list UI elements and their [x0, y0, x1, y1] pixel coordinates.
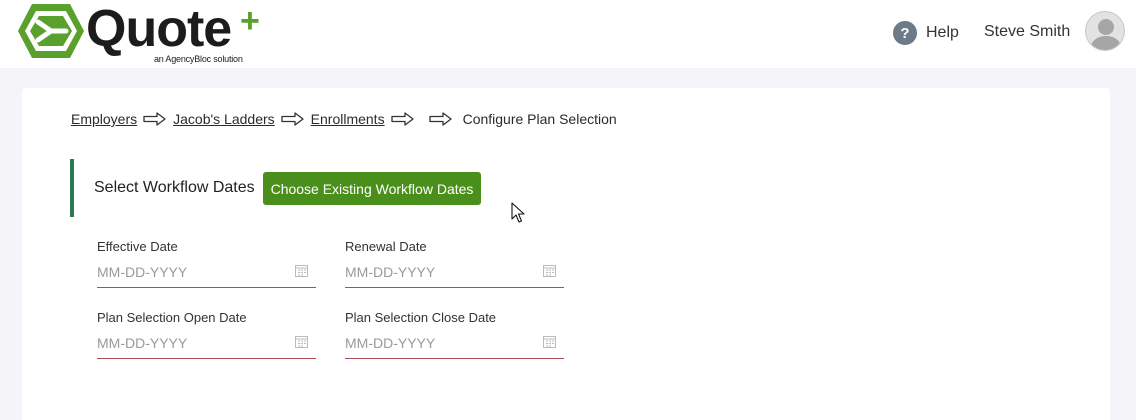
breadcrumb-jacobs-ladders[interactable]: Jacob's Ladders	[173, 111, 275, 127]
calendar-icon[interactable]	[295, 335, 308, 348]
effective-date-field: Effective Date	[97, 239, 316, 288]
section-title: Select Workflow Dates	[94, 179, 255, 196]
date-input-wrapper	[97, 262, 316, 288]
right-arrow-icon	[281, 112, 304, 126]
quote-plus-logo[interactable]: Quote + an AgencyBloc solution	[16, 0, 286, 66]
avatar-silhouette-icon	[1090, 19, 1122, 50]
logo-plus: +	[240, 2, 260, 40]
plan-selection-close-date-field: Plan Selection Close Date	[345, 310, 564, 359]
renewal-date-field: Renewal Date	[345, 239, 564, 288]
mouse-pointer-icon	[511, 202, 525, 223]
right-arrow-icon	[390, 112, 414, 126]
user-avatar-icon[interactable]	[1085, 11, 1125, 51]
plan-selection-open-date-field: Plan Selection Open Date	[97, 310, 316, 359]
breadcrumb-current: Configure Plan Selection	[462, 111, 617, 127]
calendar-icon[interactable]	[295, 264, 308, 277]
renewal-date-input[interactable]	[345, 262, 535, 282]
breadcrumb-employers[interactable]: Employers	[71, 111, 137, 127]
main-card: Employers Jacob's Ladders Enrollments Co…	[22, 88, 1110, 420]
plan-selection-close-date-input[interactable]	[345, 333, 535, 353]
app-header: Quote + an AgencyBloc solution ? Help St…	[0, 0, 1136, 68]
field-label: Renewal Date	[345, 239, 427, 254]
field-label: Plan Selection Open Date	[97, 310, 247, 325]
effective-date-input[interactable]	[97, 262, 287, 282]
help-label: Help	[926, 24, 959, 41]
calendar-icon[interactable]	[543, 264, 556, 277]
date-input-wrapper	[97, 333, 316, 359]
user-name[interactable]: Steve Smith	[984, 23, 1070, 41]
right-arrow-icon	[143, 112, 166, 126]
calendar-icon[interactable]	[543, 335, 556, 348]
breadcrumb: Employers Jacob's Ladders Enrollments Co…	[71, 111, 617, 127]
date-input-wrapper	[345, 262, 564, 288]
question-circle-icon: ?	[893, 21, 917, 45]
help-link[interactable]: ? Help	[893, 21, 959, 45]
logo-wordmark: Quote	[86, 0, 232, 58]
plan-selection-open-date-input[interactable]	[97, 333, 287, 353]
breadcrumb-enrollments[interactable]: Enrollments	[311, 111, 385, 127]
date-input-wrapper	[345, 333, 564, 359]
hexagon-logo-icon	[18, 4, 84, 58]
field-label: Plan Selection Close Date	[345, 310, 497, 325]
choose-existing-workflow-dates-button[interactable]: Choose Existing Workflow Dates	[263, 172, 481, 205]
logo-tagline: an AgencyBloc solution	[154, 54, 243, 64]
right-arrow-icon	[428, 112, 452, 126]
field-label: Effective Date	[97, 239, 178, 254]
